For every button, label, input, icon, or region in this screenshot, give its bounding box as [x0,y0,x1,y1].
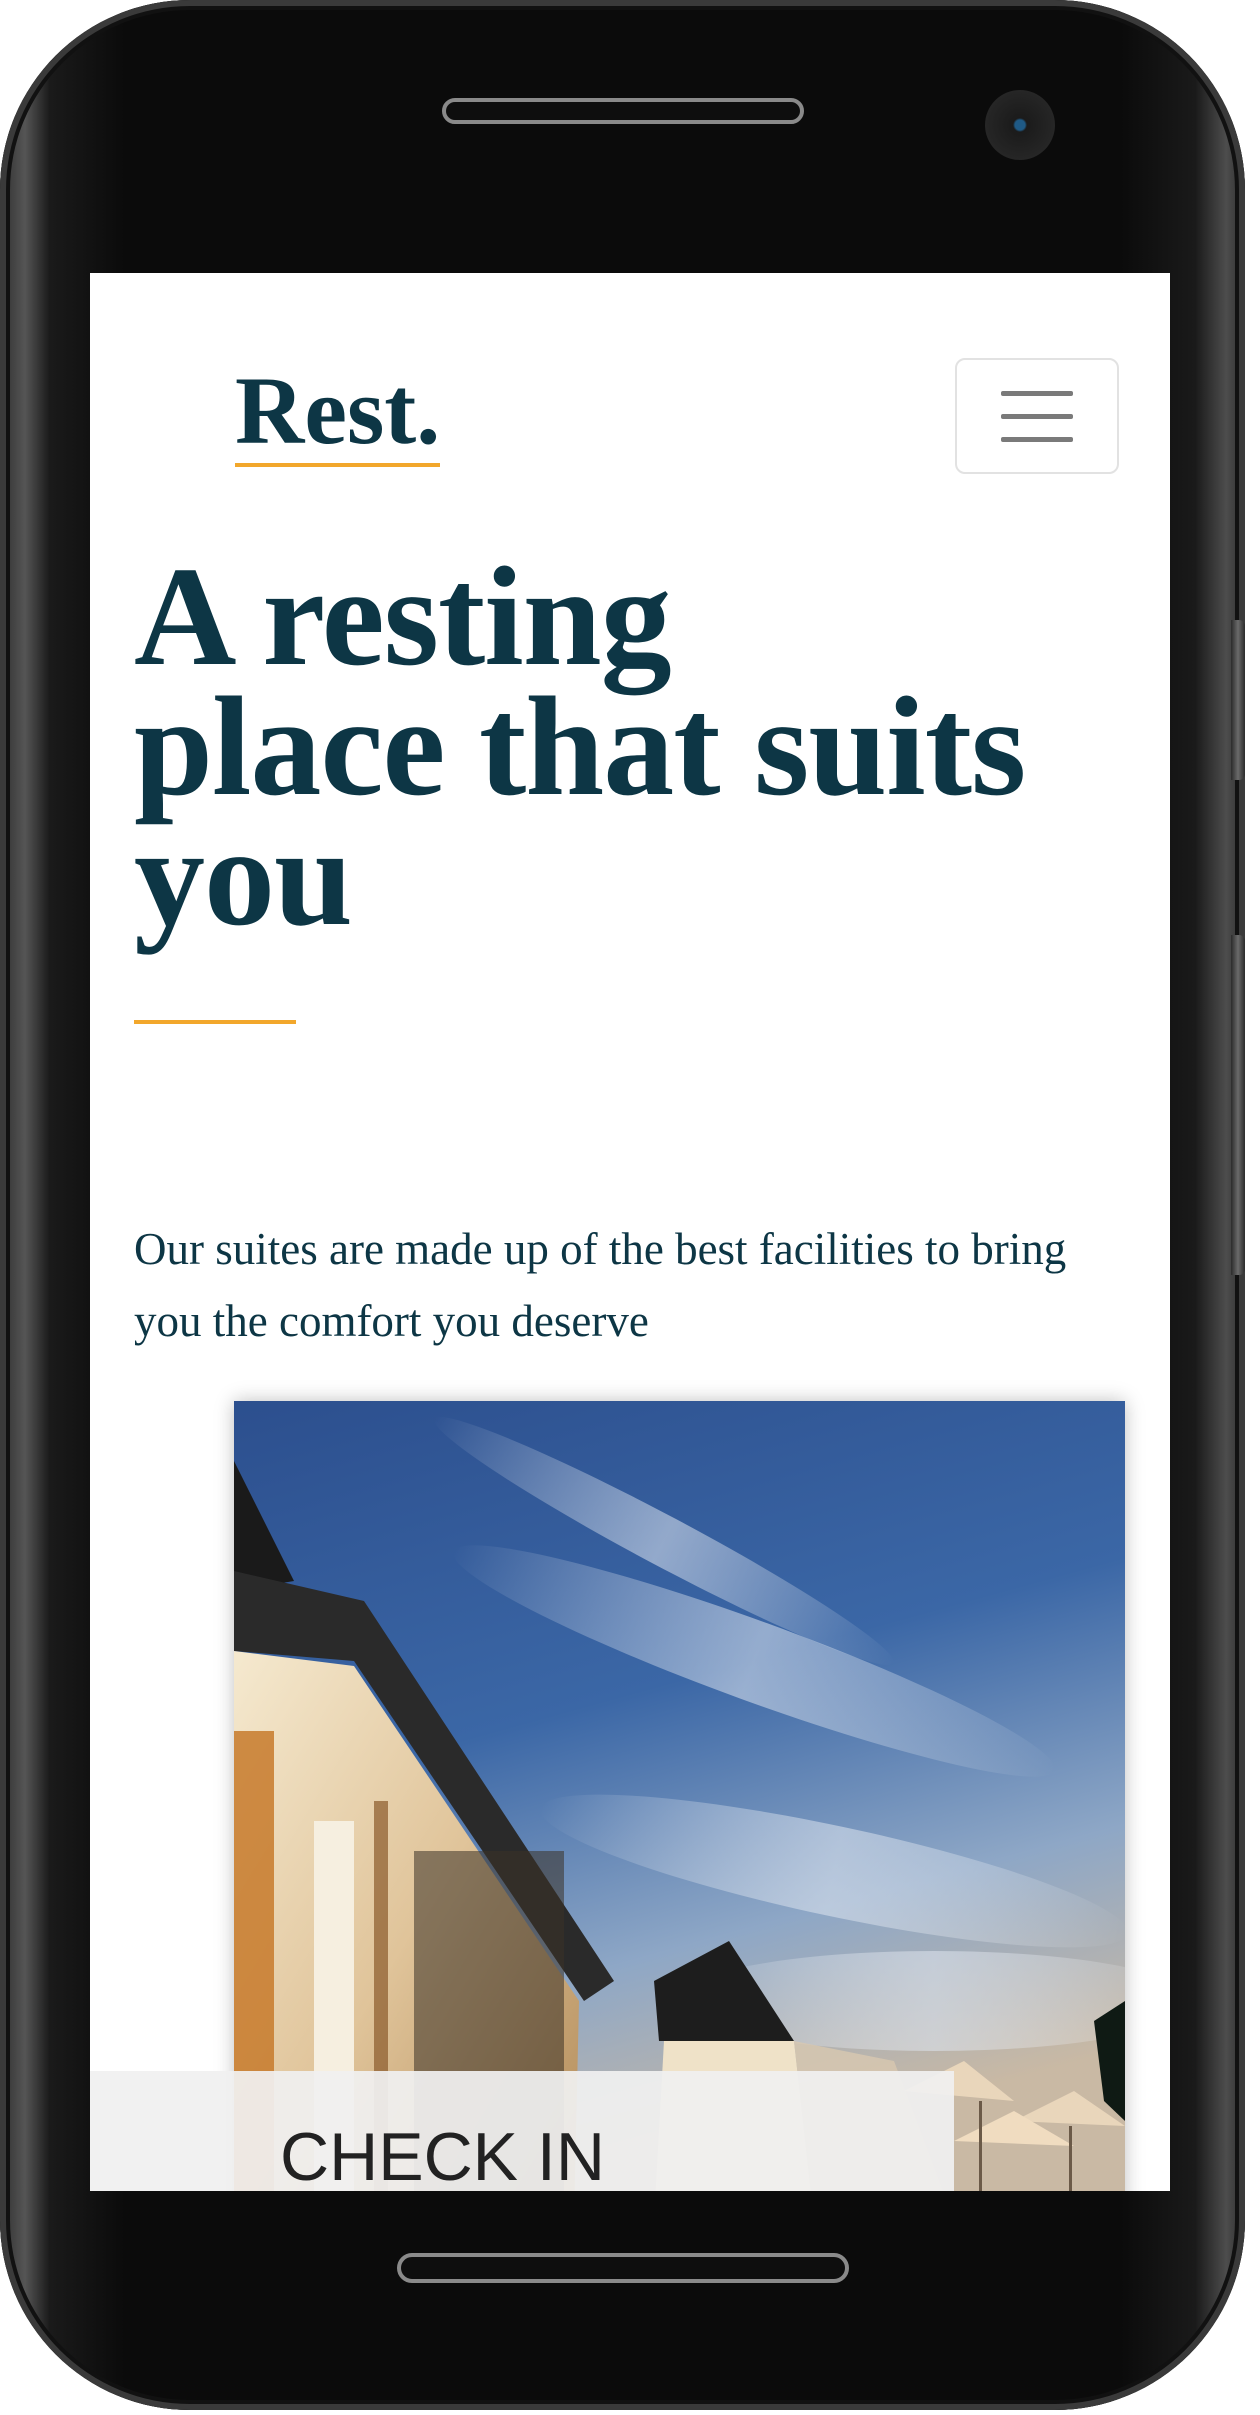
earpiece-speaker [442,98,804,124]
hero-title: A resting place that suits you [134,545,1134,947]
brand-logo[interactable]: Rest. [235,363,441,467]
phone-frame: Rest. A resting place that suits you Our… [0,0,1245,2410]
volume-button [1231,620,1245,780]
front-camera-icon [985,90,1055,160]
title-divider [134,1020,296,1024]
screen: Rest. A resting place that suits you Our… [90,273,1170,2191]
menu-toggle-button[interactable] [955,358,1119,474]
hamburger-icon-line [1001,413,1073,419]
check-in-label[interactable]: CHECK IN [280,2123,605,2191]
hamburger-icon [1001,390,1073,396]
booking-panel: CHECK IN [90,2071,954,2191]
power-button [1231,935,1245,1275]
hamburger-icon-line [1001,436,1073,442]
hero-title-line: you [134,797,353,955]
hero-description: Our suites are made up of the best facil… [134,1224,1067,1346]
bottom-speaker [397,2253,849,2283]
